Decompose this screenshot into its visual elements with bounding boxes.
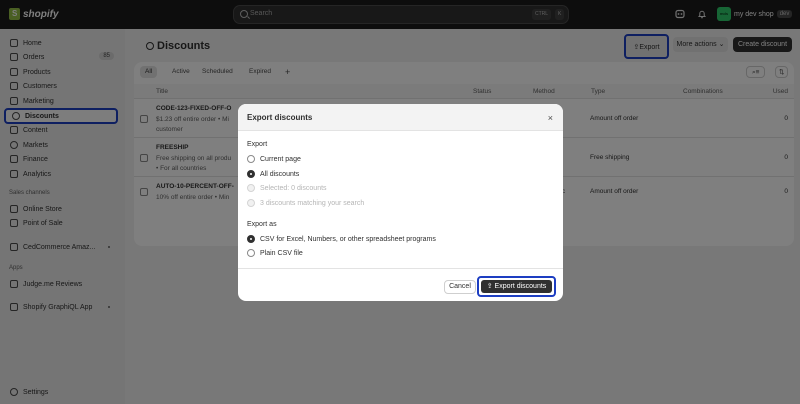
export-format-label: Export as [247,221,277,228]
export-scope-label: Export [247,141,268,148]
radio-label[interactable]: Plain CSV file [260,250,303,257]
export-discounts-button[interactable]: ⇪ Export discounts [477,276,556,297]
radio-label[interactable]: CSV for Excel, Numbers, or other spreads… [260,236,436,243]
modal-footer: Cancel ⇪ Export discounts [238,268,563,301]
export-discounts-label: Export discounts [494,283,547,290]
radio-label: Selected: 0 discounts [260,184,327,192]
export-discounts-modal: Export discounts × Export Current page A… [238,104,563,301]
radio-matching-search: 3 discounts matching your search [247,199,364,207]
modal-header: Export discounts × [238,104,563,131]
radio-label[interactable]: Current page [260,156,301,163]
radio-label[interactable]: All discounts [260,171,299,178]
upload-icon: ⇪ [486,283,495,290]
radio-button [247,199,255,207]
radio-button[interactable] [247,235,255,243]
export-discounts-button-inner[interactable]: ⇪ Export discounts [481,280,552,293]
modal-title: Export discounts [247,113,313,122]
radio-current-page[interactable]: Current page [247,155,301,163]
radio-selected-discounts: Selected: 0 discounts [247,184,327,192]
radio-plain-csv[interactable]: Plain CSV file [247,249,303,257]
radio-label: 3 discounts matching your search [260,199,365,207]
radio-csv-excel[interactable]: CSV for Excel, Numbers, or other spreads… [247,235,436,243]
radio-all-discounts[interactable]: All discounts [247,170,299,178]
close-icon[interactable]: × [548,113,553,123]
radio-button [247,184,255,192]
radio-button[interactable] [247,170,255,178]
cancel-button[interactable]: Cancel [444,280,476,294]
radio-button[interactable] [247,249,255,257]
radio-button[interactable] [247,155,255,163]
